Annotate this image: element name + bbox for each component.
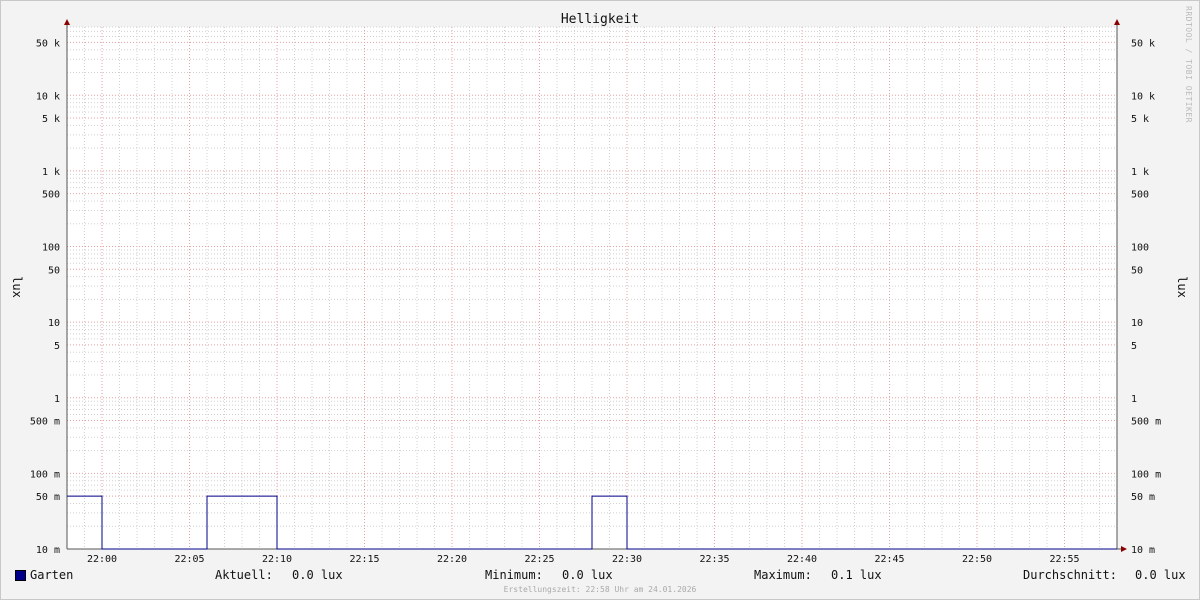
y-tick-label-right: 1 (1131, 394, 1137, 405)
legend-maximum-label: Maximum: (754, 568, 812, 582)
x-tick-label: 22:50 (962, 554, 992, 565)
y-tick-label-left: 5 k (42, 114, 60, 125)
y-tick-label-right: 1 k (1131, 167, 1149, 178)
brightness-chart: Helligkeit lux lux 50 k10 k5 k1 k5001005… (10, 12, 1189, 565)
x-tick-label: 22:20 (437, 554, 467, 565)
x-tick-label: 22:55 (1049, 554, 1079, 565)
y-tick-label-right: 500 (1131, 190, 1149, 201)
y-tick-labels-left: 50 k 10 k 5 k 1 k 500 100 50 10 5 1 500 m 100 m 50 m… (30, 38, 60, 556)
y-tick-label-left: 10 k (36, 91, 60, 102)
y-tick-label-left: 1 (54, 394, 60, 405)
legend-average-label: Durchschnitt: (1023, 568, 1117, 582)
y-tick-label-left: 500 (42, 190, 60, 201)
legend-average-value: 0.0 lux (1135, 568, 1186, 582)
creation-time-footer: Erstellungszeit: 22:58 Uhr am 24.01.2026 (503, 585, 697, 594)
y-tick-label-left: 100 (42, 243, 60, 254)
y-tick-label-right: 50 m (1131, 492, 1155, 503)
y-tick-label-right: 10 m (1131, 545, 1155, 556)
x-tick-label: 22:00 (87, 554, 117, 565)
x-tick-label: 22:25 (524, 554, 554, 565)
x-tick-label: 22:35 (699, 554, 729, 565)
y-tick-label-left: 10 m (36, 545, 60, 556)
legend-minimum-label: Minimum: (485, 568, 543, 582)
y-tick-label-right: 100 (1131, 243, 1149, 254)
x-tick-label: 22:10 (262, 554, 292, 565)
y-tick-label-left: 10 (48, 318, 60, 329)
x-tick-label: 22:30 (612, 554, 642, 565)
y-tick-label-left: 5 (54, 341, 60, 352)
y-tick-label-right: 500 m (1131, 417, 1161, 428)
x-tick-label: 22:45 (874, 554, 904, 565)
y-tick-label-right: 5 k (1131, 114, 1149, 125)
legend-swatch-garten (15, 570, 26, 581)
rrdtool-watermark: RRDTOOL / TOBI OETIKER (1184, 6, 1193, 123)
y-tick-labels-right: 50 k 10 k 5 k 1 k 500 100 50 10 5 1 500 m 100 m 50 m… (1131, 38, 1161, 556)
x-tick-label: 22:40 (787, 554, 817, 565)
y-tick-label-right: 50 k (1131, 38, 1155, 49)
y-tick-label-left: 50 k (36, 38, 60, 49)
y-axis-arrow-right (1114, 19, 1120, 25)
legend-series-name: Garten (30, 568, 74, 582)
legend-current-label: Aktuell: (215, 568, 273, 582)
y-axis-arrow-left (64, 19, 70, 25)
legend-maximum-value: 0.1 lux (831, 568, 882, 582)
legend-minimum-value: 0.0 lux (562, 568, 613, 582)
y-tick-label-right: 50 (1131, 265, 1143, 276)
x-tick-label: 22:05 (174, 554, 204, 565)
x-tick-labels: 22:00 22:05 22:10 22:15 22:20 22:25 22:30 22:35… (87, 554, 1080, 565)
y-tick-label-left: 50 (48, 265, 60, 276)
y-tick-label-right: 5 (1131, 341, 1137, 352)
y-axis-label-right: lux (1175, 276, 1189, 298)
y-tick-label-left: 500 m (30, 417, 60, 428)
y-tick-label-left: 50 m (36, 492, 60, 503)
y-tick-label-left: 100 m (30, 469, 60, 480)
y-tick-label-right: 100 m (1131, 469, 1161, 480)
x-axis-arrow (1121, 546, 1127, 552)
chart-title: Helligkeit (561, 12, 639, 27)
y-tick-label-right: 10 k (1131, 91, 1155, 102)
x-tick-label: 22:15 (349, 554, 379, 565)
y-axis-label-left: lux (10, 276, 24, 298)
legend-current-value: 0.0 lux (292, 568, 343, 582)
y-tick-label-right: 10 (1131, 318, 1143, 329)
y-tick-label-left: 1 k (42, 167, 60, 178)
